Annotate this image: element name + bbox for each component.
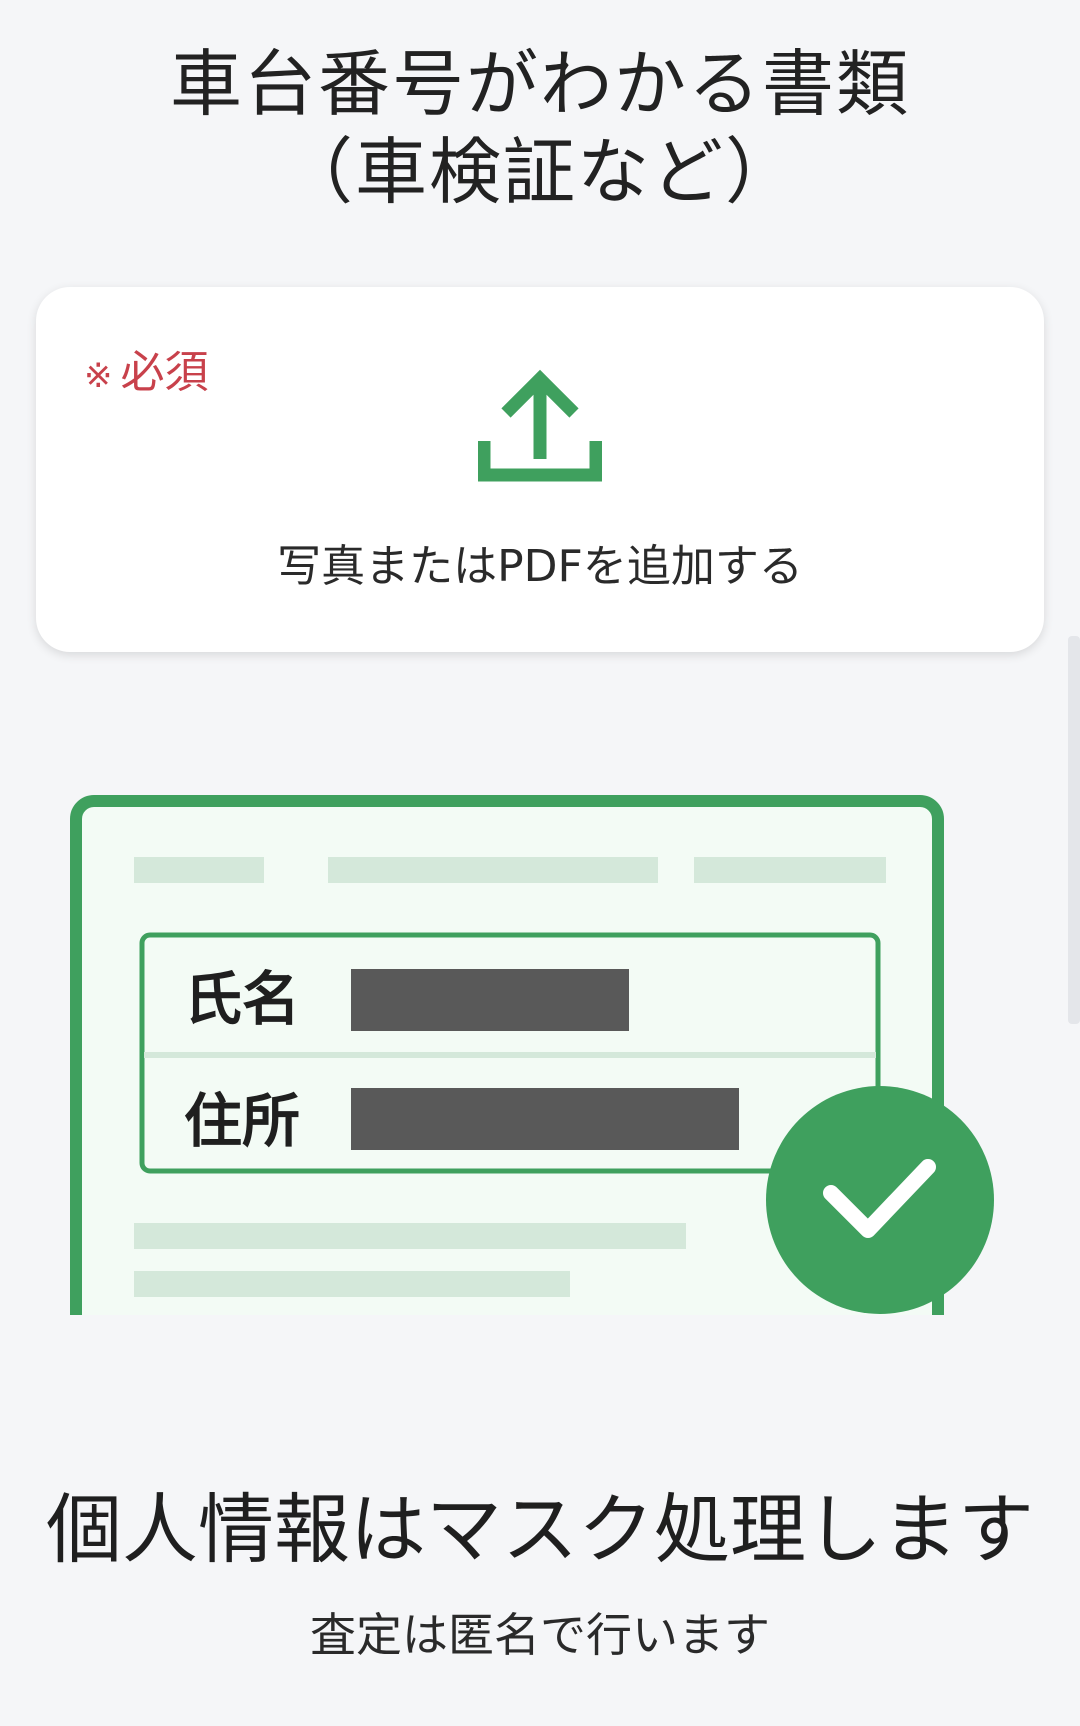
required-badge: ※ 必須	[84, 347, 209, 402]
upload-document-button[interactable]: ※ 必須 写真またはPDFを追加する	[36, 287, 1044, 652]
document-placeholder-line	[134, 1223, 686, 1249]
page-title-line2: （車検証など）	[280, 130, 799, 214]
name-mask-bar	[351, 969, 629, 1031]
document-placeholder-line	[328, 857, 658, 883]
check-circle-icon	[766, 1086, 994, 1314]
required-mark: ※	[84, 356, 113, 396]
upload-icon	[478, 369, 602, 482]
anonymous-note: 査定は匿名で行います	[310, 1608, 770, 1662]
required-label: 必須	[120, 347, 209, 398]
privacy-caption: 個人情報はマスク処理します	[46, 1485, 1034, 1574]
upload-action-label: 写真またはPDFを追加する	[277, 541, 803, 592]
page-title-line1: 車台番号がわかる書類	[169, 42, 910, 126]
scrollbar[interactable]	[1068, 636, 1080, 1024]
address-mask-bar	[351, 1088, 739, 1150]
page-title: 車台番号がわかる書類 （車検証など）	[0, 40, 1080, 216]
address-label: 住所	[184, 1087, 300, 1155]
document-placeholder-line	[694, 857, 886, 883]
document-placeholder-line	[134, 857, 264, 883]
name-label: 氏名	[184, 965, 300, 1033]
document-placeholder-line	[134, 1271, 570, 1297]
masked-document-illustration: 氏名 住所	[70, 795, 994, 1315]
page: 車台番号がわかる書類 （車検証など） ※ 必須 写真またはPDFを追加する 氏名 …	[0, 0, 1080, 1726]
